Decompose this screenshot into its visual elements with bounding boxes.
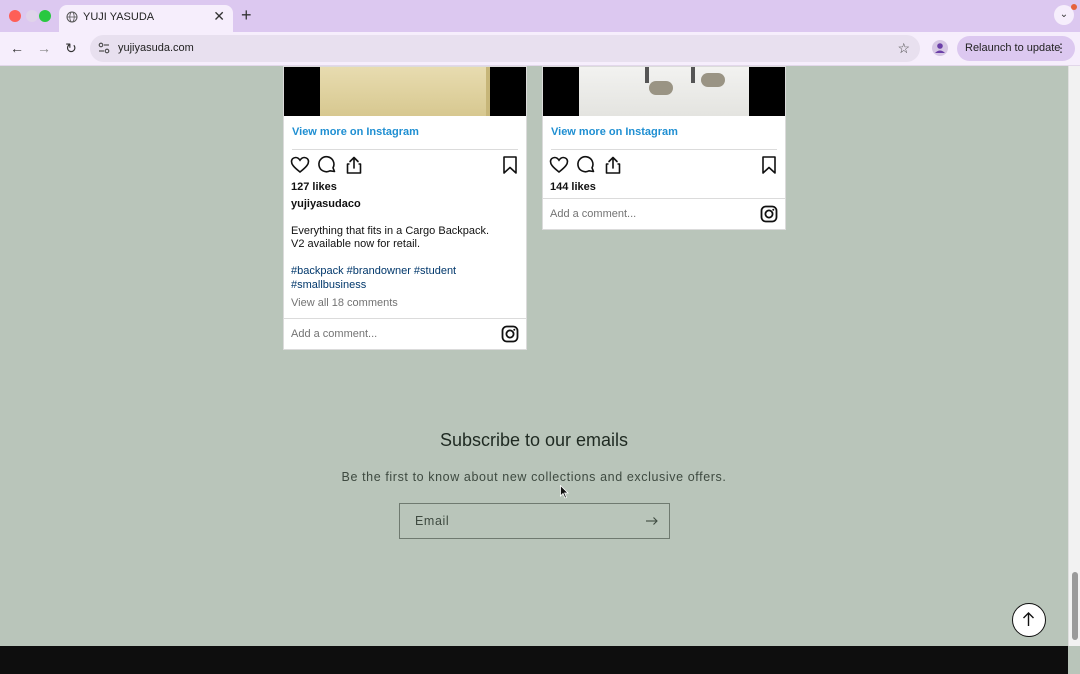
browser-toolbar: ← → ↻ yujiyasuda.com ☆ Relaunch to updat…	[0, 32, 1080, 66]
window-zoom-button[interactable]	[39, 10, 51, 22]
site-info-icon[interactable]	[97, 41, 111, 55]
back-button[interactable]: ←	[9, 40, 25, 56]
notification-dot	[1071, 4, 1077, 10]
share-icon[interactable]	[344, 155, 364, 175]
post-image[interactable]	[284, 67, 526, 116]
add-comment-input[interactable]: Add a comment...	[550, 208, 636, 220]
arrow-right-icon[interactable]	[645, 514, 659, 528]
share-icon[interactable]	[603, 155, 623, 175]
new-tab-button[interactable]: +	[241, 6, 252, 24]
comment-row: Add a comment...	[543, 198, 785, 230]
reload-button[interactable]: ↻	[63, 40, 79, 56]
email-label: Email	[415, 514, 450, 528]
bookmark-icon[interactable]	[500, 155, 520, 175]
email-field[interactable]: Email	[399, 503, 670, 539]
caption-line: Everything that fits in a Cargo Backpack…	[291, 225, 490, 237]
instagram-post-card: View more on Instagram 127 likes yujiyas…	[283, 66, 527, 350]
add-comment-input[interactable]: Add a comment...	[291, 328, 377, 340]
comment-icon[interactable]	[317, 155, 337, 175]
username-link[interactable]: yujiyasudaco	[291, 198, 361, 210]
forward-button[interactable]: →	[36, 40, 52, 56]
heart-icon[interactable]	[290, 155, 310, 175]
heart-icon[interactable]	[549, 155, 569, 175]
divider	[292, 149, 518, 150]
comment-row: Add a comment...	[284, 318, 526, 350]
instagram-icon[interactable]	[501, 325, 519, 343]
post-image[interactable]	[543, 67, 785, 116]
newsletter-subtitle: Be the first to know about new collectio…	[341, 470, 727, 484]
star-icon[interactable]: ☆	[897, 40, 910, 57]
comment-icon[interactable]	[576, 155, 596, 175]
likes-count: 144 likes	[550, 181, 596, 193]
likes-count: 127 likes	[291, 181, 337, 193]
instagram-icon[interactable]	[760, 205, 778, 223]
address-bar[interactable]: yujiyasuda.com ☆	[90, 35, 920, 62]
browser-tab[interactable]: YUJI YASUDA ✕	[59, 5, 233, 32]
caption-line: V2 available now for retail.	[291, 238, 421, 250]
view-all-comments-link[interactable]: View all 18 comments	[291, 297, 398, 309]
more-icon[interactable]: ⋮	[1055, 36, 1067, 61]
page-scrollbar[interactable]	[1068, 66, 1080, 646]
profile-icon[interactable]	[932, 40, 948, 56]
bookmark-icon[interactable]	[759, 155, 779, 175]
relaunch-label: Relaunch to update	[965, 42, 1061, 54]
browser-tab-strip: YUJI YASUDA ✕ + ⌄	[0, 0, 1080, 32]
post-image-content	[320, 67, 490, 116]
newsletter-title: Subscribe to our emails	[439, 430, 629, 450]
window-close-button[interactable]	[9, 10, 21, 22]
instagram-post-card: View more on Instagram 144 likes Add a c…	[542, 66, 786, 230]
view-more-link[interactable]: View more on Instagram	[292, 126, 419, 138]
tab-close-icon[interactable]: ✕	[213, 9, 225, 23]
tab-title: YUJI YASUDA	[83, 11, 155, 23]
relaunch-button[interactable]: Relaunch to update ⋮	[957, 36, 1075, 61]
scrollbar-thumb[interactable]	[1072, 572, 1078, 640]
hashtags[interactable]: #backpack #brandowner #student #smallbus…	[291, 265, 511, 292]
globe-icon	[66, 11, 78, 23]
person-icon	[935, 43, 945, 53]
divider	[551, 149, 777, 150]
post-image-content	[579, 67, 749, 116]
window-minimize-button[interactable]	[26, 10, 38, 22]
arrow-up-icon	[1023, 612, 1034, 626]
url-text[interactable]: yujiyasuda.com	[118, 42, 194, 54]
mouse-cursor-icon	[560, 485, 569, 499]
back-to-top-button[interactable]	[1012, 603, 1046, 637]
view-more-link[interactable]: View more on Instagram	[551, 126, 678, 138]
page-footer	[0, 646, 1068, 674]
